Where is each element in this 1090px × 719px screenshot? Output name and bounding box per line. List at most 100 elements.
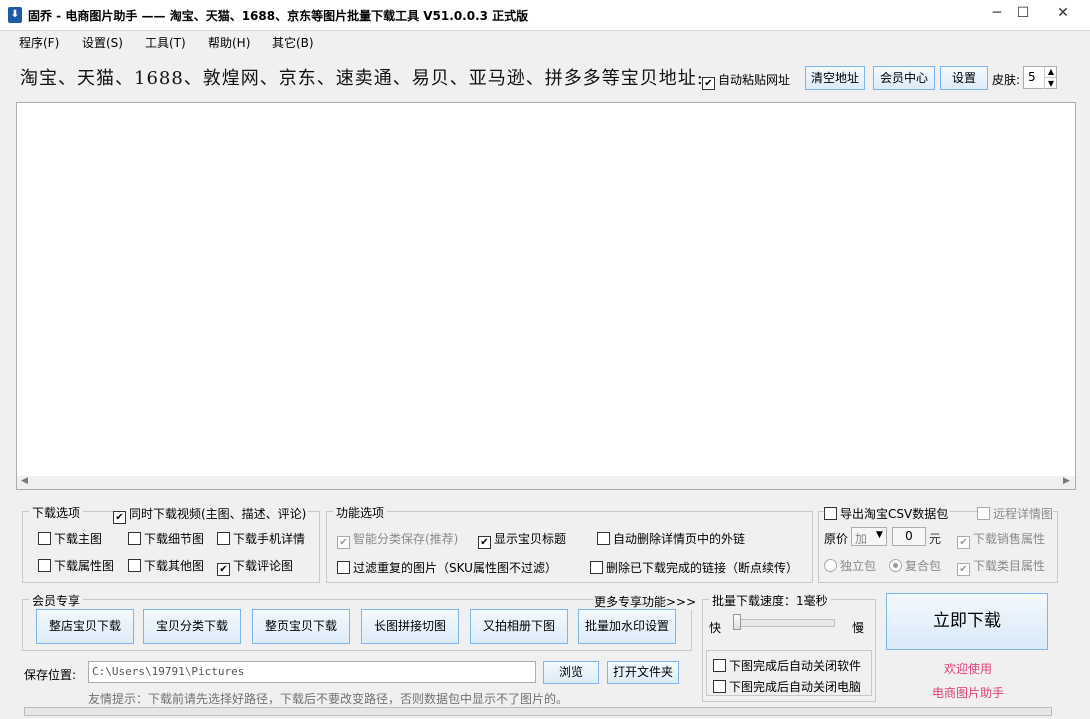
maximize-button[interactable]: ☐	[1006, 0, 1040, 26]
checkbox-icon: ✔	[957, 563, 970, 576]
download-video-label: 同时下载视频(主图、描述、评论)	[129, 507, 307, 521]
category-attr-checkbox[interactable]: ✔ 下载类目属性	[957, 557, 1045, 576]
checkbox-icon	[128, 532, 141, 545]
speed-fast-label: 快	[709, 621, 722, 635]
auto-paste-checkbox[interactable]: ✔ 自动粘贴网址	[702, 71, 790, 90]
price-op-select[interactable]: 加 ▼	[851, 527, 887, 546]
checkbox-icon: ✔	[217, 563, 230, 576]
upai-album-download-button[interactable]: 又拍相册下图	[470, 609, 568, 644]
checkbox-icon	[38, 559, 51, 572]
url-input-area[interactable]	[16, 102, 1076, 490]
speed-slider-track[interactable]	[733, 619, 835, 627]
settings-button[interactable]: 设置	[940, 66, 988, 90]
download-icon: ⬇	[8, 7, 22, 23]
download-review-image-checkbox[interactable]: ✔ 下载评论图	[217, 557, 293, 576]
auto-delete-links-label: 自动删除详情页中的外链	[613, 532, 746, 546]
download-main-image-checkbox[interactable]: 下载主图	[38, 530, 102, 547]
tip-text: 友情提示：下载前请先选择好路径，下载后不要改变路径，否则数据包中显示不了图片的。	[88, 692, 569, 706]
spinner-up-icon[interactable]: ▲	[1044, 67, 1057, 77]
checkbox-icon	[597, 532, 610, 545]
download-mobile-detail-label: 下载手机详情	[233, 532, 306, 546]
download-now-button[interactable]: 立即下载	[886, 593, 1048, 650]
menu-settings[interactable]: 设置(S)	[82, 34, 123, 51]
save-location-label: 保存位置:	[24, 668, 77, 682]
menu-tools[interactable]: 工具(T)	[145, 34, 186, 51]
auto-delete-links-checkbox[interactable]: 自动删除详情页中的外链	[597, 530, 745, 547]
download-options-title: 下载选项	[29, 504, 84, 521]
checkbox-icon: ✔	[957, 536, 970, 549]
sales-attr-checkbox[interactable]: ✔ 下载销售属性	[957, 530, 1045, 549]
auto-shutdown-label: 下图完成后自动关闭电脑	[729, 680, 862, 694]
clear-address-button[interactable]: 清空地址	[805, 66, 865, 90]
close-button[interactable]: ✕	[1040, 0, 1086, 26]
download-attr-image-label: 下载属性图	[54, 559, 115, 573]
menu-program[interactable]: 程序(F)	[19, 34, 59, 51]
whole-page-download-button[interactable]: 整页宝贝下载	[252, 609, 350, 644]
menu-help[interactable]: 帮助(H)	[208, 34, 250, 51]
batch-watermark-button[interactable]: 批量加水印设置	[578, 609, 676, 644]
menu-other[interactable]: 其它(B)	[272, 34, 314, 51]
skin-spinner[interactable]: 5 ▲ ▼	[1023, 66, 1057, 89]
chevron-down-icon: ▼	[876, 530, 883, 540]
export-csv-checkbox[interactable]: 导出淘宝CSV数据包	[824, 505, 951, 522]
checkbox-icon: ✔	[113, 511, 126, 524]
download-detail-image-label: 下载细节图	[144, 532, 205, 546]
show-title-checkbox[interactable]: ✔ 显示宝贝标题	[478, 530, 566, 549]
member-area-title: 会员专享	[29, 592, 84, 609]
spinner-down-icon[interactable]: ▼	[1044, 77, 1057, 89]
skin-label: 皮肤:	[992, 73, 1021, 87]
smart-save-checkbox[interactable]: ✔ 智能分类保存(推荐)	[337, 530, 458, 549]
checkbox-icon	[824, 507, 837, 520]
download-video-checkbox[interactable]: ✔ 同时下载视频(主图、描述、评论)	[113, 505, 309, 524]
auto-shutdown-checkbox[interactable]: 下图完成后自动关闭电脑	[713, 678, 861, 695]
category-attr-label: 下载类目属性	[973, 559, 1046, 573]
browse-button[interactable]: 浏览	[543, 661, 599, 684]
app-name-text: 电商图片助手	[932, 686, 1005, 700]
whole-shop-download-button[interactable]: 整店宝贝下载	[36, 609, 134, 644]
single-pack-label: 独立包	[840, 559, 877, 573]
skin-value: 5	[1028, 70, 1036, 84]
auto-close-app-label: 下图完成后自动关闭软件	[729, 659, 862, 673]
single-pack-radio[interactable]: 独立包	[824, 557, 876, 574]
scroll-left-icon[interactable]: ◀	[21, 476, 28, 486]
scroll-right-icon[interactable]: ▶	[1063, 476, 1070, 486]
speed-title: 批量下载速度：1毫秒	[709, 592, 831, 609]
auto-close-app-checkbox[interactable]: 下图完成后自动关闭软件	[713, 657, 861, 674]
checkbox-icon: ✔	[337, 536, 350, 549]
filter-duplicates-label: 过滤重复的图片（SKU属性图不过滤）	[353, 561, 557, 575]
download-mobile-detail-checkbox[interactable]: 下载手机详情	[217, 530, 305, 547]
long-image-stitch-button[interactable]: 长图拼接切图	[361, 609, 459, 644]
title-bar: ⬇ 固乔 - 电商图片助手 —— 淘宝、天猫、1688、京东等图片批量下载工具 …	[0, 0, 1090, 31]
combined-pack-label: 复合包	[905, 559, 942, 573]
sales-attr-label: 下载销售属性	[973, 532, 1046, 546]
checkbox-icon	[337, 561, 350, 574]
checkbox-icon	[713, 659, 726, 672]
checkbox-icon	[128, 559, 141, 572]
category-download-button[interactable]: 宝贝分类下载	[143, 609, 241, 644]
horizontal-scrollbar[interactable]: ◀ ▶	[17, 476, 1075, 489]
more-features-link[interactable]: 更多专享功能>>>	[594, 593, 697, 610]
open-folder-button[interactable]: 打开文件夹	[607, 661, 679, 684]
download-detail-image-checkbox[interactable]: 下载细节图	[128, 530, 204, 547]
price-unit: 元	[929, 532, 942, 546]
speed-slow-label: 慢	[852, 621, 865, 635]
radio-icon	[824, 559, 837, 572]
delete-done-links-checkbox[interactable]: 删除已下载完成的链接（断点续传）	[590, 559, 798, 576]
export-csv-label: 导出淘宝CSV数据包	[840, 507, 949, 521]
price-op-value: 加	[855, 532, 868, 546]
combined-pack-radio[interactable]: 复合包	[889, 557, 941, 574]
save-path-input[interactable]: C:\Users\19791\Pictures	[88, 661, 536, 683]
member-center-button[interactable]: 会员中心	[873, 66, 935, 90]
menu-bar: 程序(F) 设置(S) 工具(T) 帮助(H) 其它(B)	[0, 31, 1090, 53]
remote-detail-checkbox[interactable]: 远程详情图	[977, 505, 1054, 522]
checkbox-icon	[38, 532, 51, 545]
download-main-image-label: 下载主图	[54, 532, 103, 546]
price-value-input[interactable]: 0	[892, 527, 926, 546]
download-other-image-checkbox[interactable]: 下载其他图	[128, 557, 204, 574]
remote-detail-label: 远程详情图	[993, 507, 1054, 521]
checkbox-icon: ✔	[478, 536, 491, 549]
speed-slider-thumb[interactable]	[733, 614, 741, 630]
filter-duplicates-checkbox[interactable]: 过滤重复的图片（SKU属性图不过滤）	[337, 559, 557, 576]
download-attr-image-checkbox[interactable]: 下载属性图	[38, 557, 114, 574]
checkbox-icon	[713, 680, 726, 693]
